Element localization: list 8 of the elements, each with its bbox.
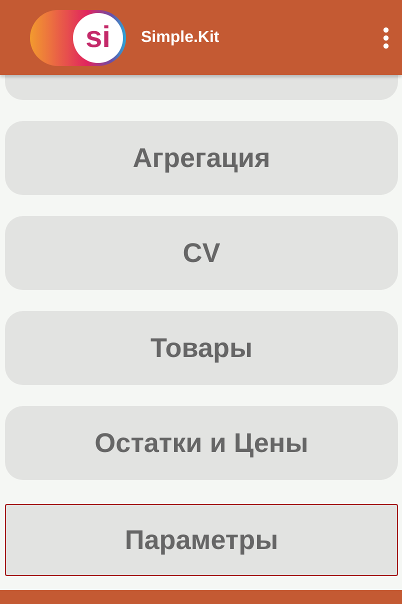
logo-text: si (85, 22, 111, 52)
app-title: Simple.Kit (141, 28, 220, 46)
menu-button[interactable]: CV (5, 216, 398, 290)
more-icon[interactable] (382, 26, 390, 50)
menu-button[interactable]: Товары (5, 311, 398, 385)
menu-button[interactable]: Агрегация (5, 121, 398, 195)
menu-button[interactable]: Параметры (5, 504, 398, 576)
menu-button[interactable]: Остатки и Цены (5, 406, 398, 480)
